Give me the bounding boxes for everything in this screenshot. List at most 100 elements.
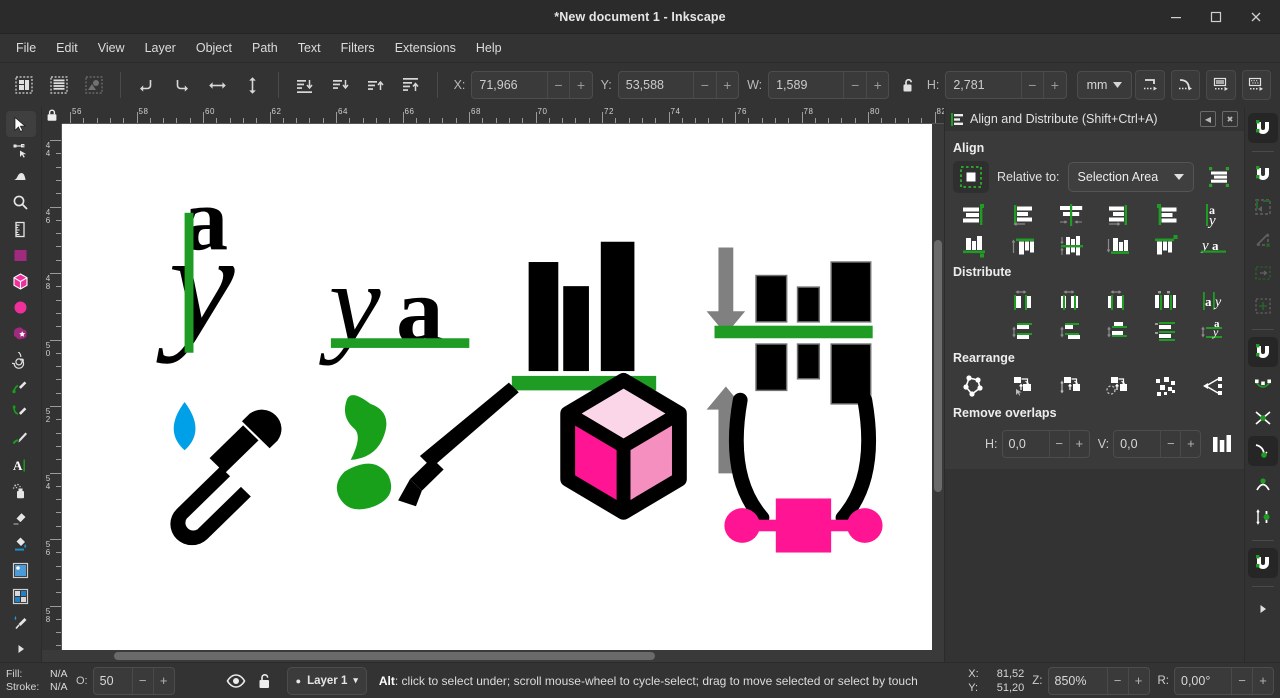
snap-path-intersections-button[interactable] [1248,403,1278,433]
snap-paths-button[interactable] [1248,370,1278,400]
opacity-value[interactable]: 50 [94,668,132,694]
w-increment-button[interactable]: + [865,72,888,98]
randomize-positions-button[interactable] [1142,371,1190,402]
vertical-ruler[interactable]: 4 4 4 6 4 8 5 0 5 2 5 4 5 6 5 8 [42,124,62,650]
distribute-text-baselines-vertical-button[interactable]: ay [1190,316,1238,347]
close-button[interactable] [1236,2,1276,32]
overlap-h-increment-button[interactable]: + [1068,430,1089,457]
y-decrement-button[interactable]: − [693,72,715,98]
unclump-objects-button[interactable] [1190,371,1238,402]
relative-to-dropdown[interactable]: Selection Area [1067,162,1194,192]
layer-visibility-toggle[interactable] [221,667,251,695]
transform-gradients-icon[interactable] [1206,70,1236,100]
snap-more-arrow-icon[interactable] [1248,594,1278,624]
vertical-scrollbar[interactable] [932,124,944,650]
move-as-group-button[interactable] [1202,162,1236,192]
overlap-v-value[interactable]: 0,0 [1114,431,1160,457]
fill-stroke-indicator[interactable]: Fill: N/A Stroke: N/A [6,668,72,694]
overlap-v-increment-button[interactable]: + [1180,430,1200,457]
units-dropdown[interactable]: mm [1076,71,1133,99]
star-tool[interactable] [6,321,36,347]
align-left-edges-button[interactable] [999,199,1047,230]
opacity-field[interactable]: 50 − + [92,666,175,695]
align-top-edges-button[interactable] [999,230,1047,261]
snap-bbox-centers-button[interactable] [1248,291,1278,321]
scale-rounded-corners-icon[interactable] [1170,70,1201,100]
menu-view[interactable]: View [88,37,135,59]
align-right-edges-button[interactable] [1094,199,1142,230]
exchange-positions-selection-order-button[interactable] [999,371,1047,402]
h-decrement-button[interactable]: − [1020,72,1043,98]
lower-icon[interactable] [326,70,355,100]
zoom-value[interactable]: 850% [1049,668,1107,694]
pencil-tool[interactable] [6,373,36,399]
menu-filters[interactable]: Filters [331,37,385,59]
horizontal-scrollbar[interactable] [42,650,944,662]
text-tool[interactable]: A [6,452,36,478]
more-tools-arrow-icon[interactable] [6,636,36,662]
overlap-v-decrement-button[interactable]: − [1160,430,1180,457]
snap-smooth-nodes-button[interactable] [1248,469,1278,499]
menu-object[interactable]: Object [186,37,242,59]
distribute-gaps-horizontal-button[interactable] [1142,285,1190,316]
y-increment-button[interactable]: + [715,72,738,98]
bucket-fill-tool[interactable] [6,531,36,557]
exchange-positions-zorder-button[interactable] [1047,371,1095,402]
treat-selection-as-group-button[interactable] [953,161,989,193]
h-field[interactable]: 2,781 − + [945,71,1067,99]
distribute-right-edges-equidistant-button[interactable] [1094,285,1142,316]
menu-text[interactable]: Text [288,37,331,59]
align-top-edges-to-bottom-anchor-button[interactable] [1142,230,1190,261]
menu-extensions[interactable]: Extensions [385,37,466,59]
lock-guides-icon[interactable] [42,107,62,124]
bezier-tool[interactable] [6,400,36,426]
x-increment-button[interactable]: + [569,72,591,98]
overlap-h-decrement-button[interactable]: − [1048,430,1069,457]
rotation-field[interactable]: 0,00° − + [1174,666,1274,695]
zoom-tool[interactable] [6,190,36,216]
w-field[interactable]: 1,589 − + [768,71,890,99]
transform-patterns-icon[interactable] [1241,70,1271,100]
flip-vertical-icon[interactable] [238,70,267,100]
lock-wh-ratio-icon[interactable] [895,72,920,98]
lower-to-bottom-icon[interactable] [290,70,319,100]
snap-bbox-edge-midpoints-button[interactable] [1248,258,1278,288]
raise-to-top-icon[interactable] [396,70,425,100]
rotation-decrement-button[interactable]: − [1231,667,1252,694]
zoom-decrement-button[interactable]: − [1106,667,1128,694]
w-field-value[interactable]: 1,589 [769,72,843,98]
overlap-h-value[interactable]: 0,0 [1003,431,1049,457]
flip-horizontal-icon[interactable] [203,70,232,100]
snap-midpoints-line-segments-button[interactable] [1248,502,1278,532]
opacity-increment-button[interactable]: + [152,667,174,694]
remove-overlaps-button[interactable] [1205,428,1238,459]
menu-file[interactable]: File [6,37,46,59]
gradient-tool[interactable] [6,557,36,583]
layer-lock-toggle[interactable] [251,667,281,695]
distribute-top-edges-equidistant-button[interactable] [999,316,1047,347]
maximize-button[interactable] [1196,2,1236,32]
distribute-text-anchors-horizontal-button[interactable]: ay [1190,285,1238,316]
minimize-button[interactable] [1156,2,1196,32]
center-on-horizontal-axis-button[interactable] [1047,230,1095,261]
horizontal-ruler[interactable]: 56 58 60 62 64 66 68 70 72 74 76 78 80 82 [62,107,944,124]
overlap-v-field[interactable]: 0,0 − + [1113,429,1202,458]
y-field[interactable]: 53,588 − + [617,71,740,99]
h-field-value[interactable]: 2,781 [946,72,1020,98]
distribute-centers-horizontal-button[interactable] [1047,285,1095,316]
graph-layout-nodes-button[interactable] [951,371,999,402]
align-text-anchors-vertical-button[interactable]: ay [1190,199,1238,230]
snap-nodes-paths-handles-button[interactable] [1247,337,1278,367]
rotation-increment-button[interactable]: + [1252,667,1273,694]
snap-bbox-corners-button[interactable] [1248,225,1278,255]
deselect-icon[interactable] [80,70,109,100]
overlap-h-field[interactable]: 0,0 − + [1001,429,1090,458]
h-increment-button[interactable]: + [1043,72,1065,98]
rotation-value[interactable]: 0,00° [1175,668,1231,694]
eraser-tool[interactable] [6,505,36,531]
drawing-canvas[interactable]: a y y a [62,124,932,650]
raise-icon[interactable] [361,70,390,100]
select-all-icon[interactable] [9,70,38,100]
exchange-positions-clockwise-button[interactable] [1094,371,1142,402]
snap-others-button[interactable] [1247,548,1278,578]
